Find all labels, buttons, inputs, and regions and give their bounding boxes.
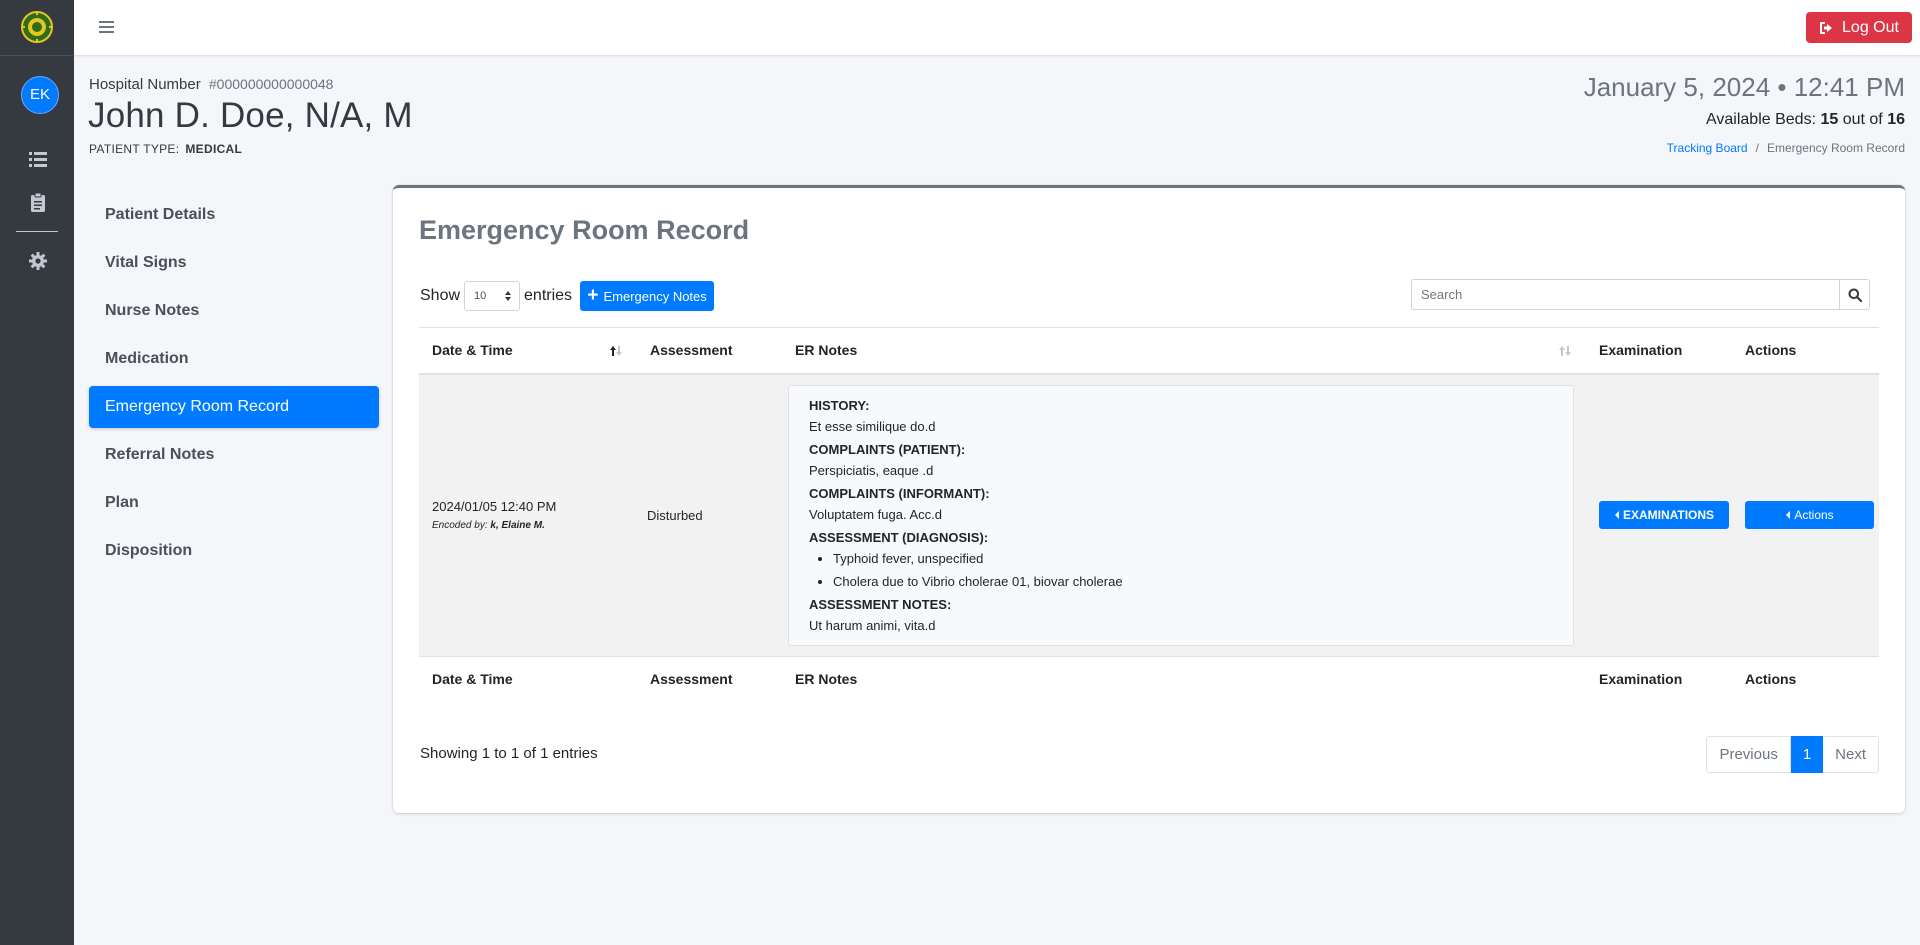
cell-er-notes: HISTORY: Et esse similique do.d COMPLAIN… xyxy=(782,373,1586,656)
show-label: Show xyxy=(420,287,461,304)
complaints-informant-value: Voluptatem fuga. Acc.d xyxy=(809,506,942,522)
diagnosis-list: Typhoid fever, unspecified Cholera due t… xyxy=(833,551,1553,589)
page-1-button[interactable]: 1 xyxy=(1790,736,1824,773)
column-header-assessment: Assessment xyxy=(637,327,782,375)
er-records-table: Date & Time Assessment ER Notes Examinat… xyxy=(419,327,1879,701)
table-header-row: Date & Time Assessment ER Notes Examinat… xyxy=(419,327,1879,375)
length-control: Show 10 entries + Emergency Notes xyxy=(420,281,715,311)
patient-type: PATIENT TYPE: MEDICAL xyxy=(89,142,242,156)
er-notes-box: HISTORY: Et esse similique do.d COMPLAIN… xyxy=(788,384,1574,646)
sort-icon xyxy=(1559,346,1571,356)
diagnosis-item: Cholera due to Vibrio cholerae 01, biova… xyxy=(833,574,1553,589)
entries-value: 10 xyxy=(474,290,487,302)
diagnosis-item: Typhoid fever, unspecified xyxy=(833,551,1553,566)
nav-item-nurse-notes[interactable]: Nurse Notes xyxy=(89,290,379,332)
footer-assessment: Assessment xyxy=(637,655,782,701)
sign-out-icon xyxy=(1820,21,1833,34)
beds-total: 16 xyxy=(1887,111,1905,128)
footer-actions: Actions xyxy=(1732,655,1879,701)
examinations-button[interactable]: EXAMINATIONS xyxy=(1599,501,1729,529)
rail-divider xyxy=(16,231,58,232)
search-button[interactable] xyxy=(1839,279,1870,310)
patient-type-value: MEDICAL xyxy=(185,142,243,156)
column-header-er-notes[interactable]: ER Notes xyxy=(782,327,1586,375)
footer-date-time: Date & Time xyxy=(419,655,637,701)
caret-left-icon xyxy=(1614,511,1619,519)
breadcrumb-current: Emergency Room Record xyxy=(1766,141,1905,155)
table-info: Showing 1 to 1 of 1 entries xyxy=(420,745,598,762)
logout-button[interactable]: Log Out xyxy=(1806,12,1912,43)
column-header-actions: Actions xyxy=(1732,327,1879,375)
complaints-informant-label: COMPLAINTS (INFORMANT): xyxy=(809,485,990,501)
complaints-patient-label: COMPLAINTS (PATIENT): xyxy=(809,441,966,457)
nav-item-referral-notes[interactable]: Referral Notes xyxy=(89,434,379,476)
history-label: HISTORY: xyxy=(809,397,870,413)
nav-item-emergency-room-record[interactable]: Emergency Room Record xyxy=(89,386,379,428)
hospital-number-value: #000000000000048 xyxy=(208,76,334,92)
hospital-logo-icon[interactable] xyxy=(20,10,54,44)
avatar[interactable]: EK xyxy=(21,76,59,114)
hospital-number: Hospital Number #000000000000048 xyxy=(89,76,333,93)
cell-actions: Actions xyxy=(1732,373,1879,656)
top-navbar: Log Out xyxy=(74,0,1920,56)
patient-name: John D. Doe, N/A, M xyxy=(88,96,413,135)
sort-asc-icon xyxy=(610,346,622,356)
encoded-by: Encoded by: k, Elaine M. xyxy=(432,520,545,531)
pagination: Previous 1 Next xyxy=(1706,736,1879,773)
entries-label: entries xyxy=(524,287,573,304)
add-emergency-notes-label: Emergency Notes xyxy=(603,288,707,304)
select-arrows-icon xyxy=(505,291,512,301)
beds-of: out of xyxy=(1842,111,1883,128)
next-page-button[interactable]: Next xyxy=(1823,736,1879,773)
current-datetime: January 5, 2024 • 12:41 PM xyxy=(1583,72,1905,102)
assessment-notes-value: Ut harum animi, vita.d xyxy=(809,617,936,633)
nav-item-patient-details[interactable]: Patient Details xyxy=(89,194,379,236)
cell-examination: EXAMINATIONS xyxy=(1586,373,1732,656)
logout-label: Log Out xyxy=(1842,18,1899,36)
cell-date-time: 2024/01/05 12:40 PM Encoded by: k, Elain… xyxy=(419,373,637,656)
column-header-date-time[interactable]: Date & Time xyxy=(419,327,637,375)
hospital-number-label: Hospital Number xyxy=(89,76,201,93)
nav-item-medication[interactable]: Medication xyxy=(89,338,379,380)
available-beds: Available Beds: 15 out of 16 xyxy=(1706,111,1905,129)
gear-icon[interactable] xyxy=(27,250,49,272)
beds-label: Available Beds: xyxy=(1706,111,1817,128)
left-rail: EK xyxy=(0,0,74,945)
table-row: 2024/01/05 12:40 PM Encoded by: k, Elain… xyxy=(419,373,1879,656)
history-value: Et esse similique do.d xyxy=(809,418,936,434)
nav-item-disposition[interactable]: Disposition xyxy=(89,530,379,572)
add-emergency-notes-button[interactable]: + Emergency Notes xyxy=(580,281,715,311)
nav-item-vital-signs[interactable]: Vital Signs xyxy=(89,242,379,284)
beds-available: 15 xyxy=(1820,111,1839,128)
record-nav: Patient Details Vital Signs Nurse Notes … xyxy=(89,194,379,578)
nav-item-plan[interactable]: Plan xyxy=(89,482,379,524)
record-datetime: 2024/01/05 12:40 PM xyxy=(432,499,557,514)
rail-divider xyxy=(0,55,74,56)
patient-type-label: PATIENT TYPE: xyxy=(89,142,180,156)
previous-page-button[interactable]: Previous xyxy=(1706,736,1791,773)
er-record-card: Emergency Room Record Show 10 entries + … xyxy=(393,185,1905,813)
diagnosis-label: ASSESSMENT (DIAGNOSIS): xyxy=(809,529,989,545)
search-input[interactable] xyxy=(1411,279,1840,310)
actions-button[interactable]: Actions xyxy=(1745,501,1874,529)
caret-left-icon xyxy=(1786,511,1791,519)
card-title: Emergency Room Record xyxy=(419,215,750,245)
footer-er-notes: ER Notes xyxy=(782,655,1586,701)
breadcrumb: Tracking Board / Emergency Room Record xyxy=(1667,141,1905,155)
menu-toggle-icon[interactable] xyxy=(98,18,116,36)
breadcrumb-link-tracking-board[interactable]: Tracking Board xyxy=(1667,141,1748,155)
breadcrumb-separator: / xyxy=(1755,141,1759,155)
plus-icon: + xyxy=(587,284,599,306)
entries-select[interactable]: 10 xyxy=(464,281,521,311)
cell-assessment: Disturbed xyxy=(637,373,782,656)
column-header-examination: Examination xyxy=(1586,327,1732,375)
footer-examination: Examination xyxy=(1586,655,1732,701)
complaints-patient-value: Perspiciatis, eaque .d xyxy=(809,462,934,478)
search-icon xyxy=(1848,288,1862,302)
encoder-name: k, Elaine M. xyxy=(490,520,545,531)
list-icon[interactable] xyxy=(27,148,49,170)
clipboard-icon[interactable] xyxy=(27,192,49,214)
table-footer-row: Date & Time Assessment ER Notes Examinat… xyxy=(419,655,1879,701)
assessment-notes-label: ASSESSMENT NOTES: xyxy=(809,596,952,612)
